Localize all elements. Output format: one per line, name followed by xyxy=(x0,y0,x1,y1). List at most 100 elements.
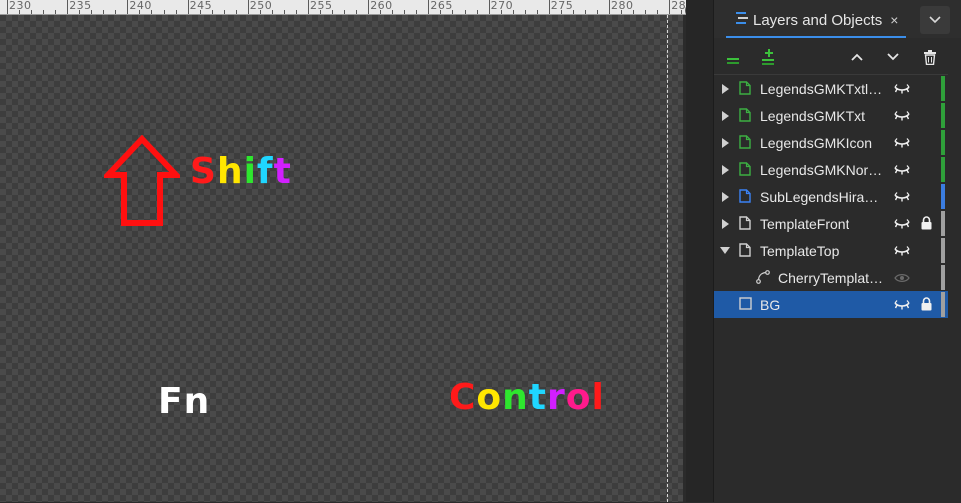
layer-icon xyxy=(739,135,751,152)
layer-name: SubLegendsHira… xyxy=(760,188,879,205)
ruler-minor-tick xyxy=(175,10,177,14)
legend-letter: i xyxy=(243,151,257,192)
ruler-minor-tick xyxy=(259,10,261,14)
layer-row[interactable]: BG xyxy=(714,291,948,318)
legend-letter: t xyxy=(528,377,548,418)
ruler-label: 235 xyxy=(69,0,92,12)
ruler-major-tick xyxy=(308,0,309,14)
eye-closed-icon[interactable] xyxy=(894,82,910,98)
ruler-major-tick xyxy=(247,0,249,14)
ruler-major-tick xyxy=(127,0,129,14)
ruler-minor-tick xyxy=(295,10,297,14)
eye-open-icon[interactable] xyxy=(894,217,910,233)
ruler-minor-tick xyxy=(103,10,105,14)
delete-layer-button[interactable] xyxy=(919,46,941,68)
ruler-minor-tick xyxy=(524,10,526,14)
ruler-major-tick xyxy=(669,0,671,14)
raise-layer-button[interactable] xyxy=(846,46,868,68)
ruler-major-tick xyxy=(7,0,8,14)
eye-open-icon[interactable] xyxy=(894,136,910,152)
layer-color-tag xyxy=(941,211,945,236)
ruler-minor-tick xyxy=(476,10,478,14)
ruler-major-tick xyxy=(488,0,490,14)
eye-icon[interactable] xyxy=(894,271,910,287)
layer-row[interactable]: LegendsGMKNor… xyxy=(714,156,948,183)
legend-letter: S xyxy=(190,151,217,192)
ruler-minor-tick xyxy=(512,10,514,14)
ruler-minor-tick xyxy=(380,10,382,14)
expand-arrow-icon[interactable] xyxy=(720,75,730,102)
ruler-minor-tick xyxy=(320,10,322,14)
collapse-arrow-icon[interactable] xyxy=(720,237,730,264)
layer-name: TemplateTop xyxy=(760,242,840,259)
layer-row[interactable]: LegendsGMKTxtl… xyxy=(714,75,948,102)
layer-name: BG xyxy=(760,296,781,313)
path-icon xyxy=(756,270,770,287)
layer-row[interactable]: LegendsGMKIcon xyxy=(714,129,948,156)
legend-letter: n xyxy=(502,377,529,418)
layer-row[interactable]: LegendsGMKTxt xyxy=(714,102,948,129)
layer-row[interactable]: CherryTemplat… xyxy=(714,264,948,291)
expand-arrow-icon[interactable] xyxy=(720,210,730,237)
ruler-minor-tick xyxy=(211,10,213,14)
layer-name: LegendsGMKTxt xyxy=(760,107,866,124)
expand-arrow-icon[interactable] xyxy=(720,156,730,183)
ruler-minor-tick xyxy=(235,10,237,14)
layer-icon xyxy=(739,243,751,260)
ruler-minor-tick xyxy=(464,10,466,14)
ruler-label: 255 xyxy=(310,0,333,12)
panel-menu-button[interactable] xyxy=(920,6,950,34)
chevron-down-icon xyxy=(929,16,941,24)
horizontal-ruler[interactable]: 230 235 240 245 250 255 260 265 270 275 280 285 xyxy=(0,0,686,15)
drawing-canvas[interactable]: Shift Fn Control xyxy=(0,15,683,502)
ruler-minor-tick xyxy=(115,10,117,14)
tab-label: Layers and Objects xyxy=(753,11,883,29)
control-legend: Control xyxy=(449,377,605,418)
layer-icon xyxy=(739,189,751,206)
expand-arrow-icon[interactable] xyxy=(720,102,730,129)
ruler-minor-tick xyxy=(596,10,598,14)
legend-letter: f xyxy=(256,151,274,192)
ruler-label: 260 xyxy=(370,0,393,12)
new-layer-button[interactable] xyxy=(722,46,744,68)
layer-row[interactable]: TemplateFront xyxy=(714,210,948,237)
lower-layer-button[interactable] xyxy=(882,46,904,68)
ruler-minor-tick xyxy=(43,10,45,14)
eye-open-icon[interactable] xyxy=(894,190,910,206)
ruler-major-tick xyxy=(67,0,69,14)
layers-icon xyxy=(735,11,749,29)
ruler-minor-tick xyxy=(657,10,659,14)
chevron-up-icon xyxy=(851,53,863,61)
chevron-down-icon xyxy=(887,53,899,61)
eye-open-icon[interactable] xyxy=(894,163,910,179)
new-sublayer-button[interactable] xyxy=(758,46,780,68)
layer-icon xyxy=(739,108,751,125)
ruler-major-tick xyxy=(368,0,370,14)
ruler-minor-tick xyxy=(500,10,502,14)
eye-open-icon[interactable] xyxy=(894,298,910,314)
close-tab-button[interactable]: × xyxy=(890,12,898,28)
layer-name: LegendsGMKIcon xyxy=(760,134,873,151)
eye-open-icon[interactable] xyxy=(894,244,910,260)
lock-icon[interactable] xyxy=(921,297,932,314)
legend-letter: o xyxy=(476,377,503,418)
layer-name: LegendsGMKNor… xyxy=(760,161,883,178)
layer-row[interactable]: SubLegendsHira… xyxy=(714,183,948,210)
layer-color-tag xyxy=(941,130,945,155)
eye-open-icon[interactable] xyxy=(894,109,910,125)
ruler-major-tick xyxy=(609,0,610,14)
expand-arrow-icon[interactable] xyxy=(720,183,730,210)
tab-layers-and-objects[interactable]: Layers and Objects × xyxy=(726,4,906,38)
ruler-minor-tick xyxy=(79,10,81,14)
ruler-minor-tick xyxy=(271,10,273,14)
layer-color-tag xyxy=(941,103,945,128)
layer-row[interactable]: TemplateTop xyxy=(714,237,948,264)
ruler-minor-tick xyxy=(223,10,225,14)
page-border xyxy=(667,15,668,502)
expand-arrow-icon[interactable] xyxy=(720,129,730,156)
layers-panel: Layers and Objects × LegendsGMKTxtl… Leg… xyxy=(713,0,961,502)
lock-icon[interactable] xyxy=(921,216,932,233)
ruler-minor-tick xyxy=(163,10,165,14)
